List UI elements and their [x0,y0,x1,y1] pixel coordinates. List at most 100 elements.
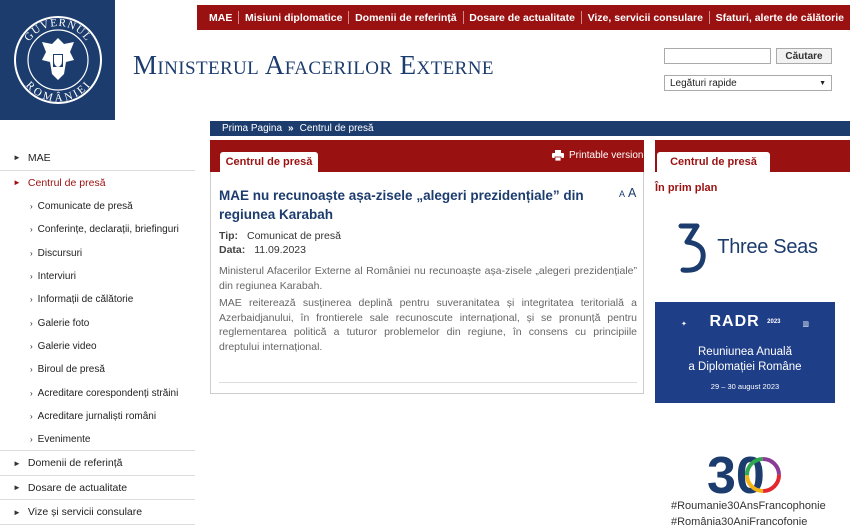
article-date: Data: 11.09.2023 [219,244,306,256]
sidebar-item[interactable]: ► Vize și servicii consulare [0,500,195,525]
sidebar-subitem[interactable]: › Evenimente [0,428,195,452]
sidebar-item-label: Vize și servicii consulare [27,506,143,519]
arrow-right-icon: ► [13,178,21,188]
top-nav-item[interactable]: MAE [203,12,238,24]
sidebar-subitem-label: Comunicate de presă [37,201,133,213]
quick-links-label: Legături rapide [670,77,737,89]
top-nav-item[interactable]: Dosare de actualitate [463,12,581,24]
arrow-right-icon: ► [13,483,21,493]
font-increase-button[interactable]: A [628,186,636,200]
quick-links-select[interactable]: Legături rapide ▼ [664,75,832,91]
sidebar-subitem-label: Informații de călătorie [37,294,134,306]
article-date-label: Data: [219,244,246,256]
printer-icon [552,150,564,161]
breadcrumb-current[interactable]: Centrul de presă [300,123,374,134]
chevron-right-icon: › [30,318,33,328]
article: MAE nu recunoaște așa-zisele „alegeri pr… [210,172,644,394]
coat-of-arms-icon: GUVERNUL ROMÂNIEI [13,16,102,104]
sidebar: ► MAE ► Centrul de presă › Comunicate de … [0,146,195,525]
arrow-right-icon: ► [13,458,21,468]
article-type-value: Comunicat de presă [246,230,341,242]
printable-version-label: Printable version [569,150,644,161]
sidebar-subitem-label: Acreditare corespondenți străini [37,387,179,399]
chevron-right-icon: › [30,434,33,444]
top-navigation: MAE Misiuni diplomatice Domenii de referin… [197,5,850,30]
top-nav-item[interactable]: Sfaturi, alerte de călătorie [710,12,850,24]
chevron-right-icon: › [30,248,33,258]
radr-logo: RADR 2023 [655,313,835,331]
three-seas-banner[interactable]: Three Seas [655,205,840,290]
sidebar-subitem-label: Galerie video [37,340,97,352]
arrow-right-icon: ► [13,153,21,163]
chevron-down-icon: ▼ [819,79,826,87]
breadcrumb-separator: » [288,123,294,134]
breadcrumb-home[interactable]: Prima Pagina [222,123,282,134]
francophonie-logo-text: 30 [707,447,765,501]
chevron-right-icon: › [30,272,33,282]
chevron-right-icon: › [30,411,33,421]
sidebar-subitem[interactable]: › Interviuri [0,265,195,288]
sidebar-subitem-label: Biroul de presă [37,364,105,376]
three-seas-logo-icon [678,223,706,273]
sidebar-subitem[interactable]: › Discursuri [0,242,195,265]
francophonie-30-logo: 30 [707,447,781,501]
sidebar-item-label: Centrul de presă [27,176,106,189]
article-divider [219,382,637,383]
article-date-value: 11.09.2023 [254,244,306,256]
top-nav-item[interactable]: Misiuni diplomatice [239,12,348,24]
chevron-right-icon: › [30,225,33,235]
tab-press-center[interactable]: Centrul de presă [220,152,318,172]
chevron-right-icon: › [30,388,33,398]
sidebar-subitem-label: Acreditare jurnaliști români [37,410,157,422]
chevron-right-icon: › [30,341,33,351]
sidebar-subitem-label: Galerie foto [37,317,90,329]
article-paragraph: MAE reiterează susținerea deplină pentru… [219,297,637,353]
francophonie-hashtag-ro: #România30AniFrancofonie [671,516,808,528]
top-nav-item[interactable]: Vize, servicii consulare [582,12,709,24]
government-logo[interactable]: GUVERNUL ROMÂNIEI [0,0,115,120]
sidebar-item-label: Domenii de referință [27,457,123,470]
font-decrease-button[interactable]: A [619,189,625,199]
printable-version-link[interactable]: Printable version [552,150,643,161]
sidebar-submenu: › Comunicate de presă › Conferințe, declara… [0,195,195,452]
sidebar-item[interactable]: ► Domenii de referință [0,451,195,476]
tab-right-press-center[interactable]: Centrul de presă [657,152,770,172]
sidebar-subitem[interactable]: › Acreditare corespondenți străini [0,381,195,404]
sidebar-subitem[interactable]: › Galerie video [0,335,195,358]
svg-text:ROMÂNIEI: ROMÂNIEI [23,79,93,104]
sidebar-bottom-items: ► Domenii de referință ► Dosare de actualit… [0,451,195,525]
sidebar-item-press-center[interactable]: ► Centrul de presă [0,171,195,196]
spotlight-heading: În prim plan [655,182,718,194]
sidebar-item-mae[interactable]: ► MAE [0,146,195,171]
radr-dates: 29 – 30 august 2023 [710,382,780,391]
chevron-right-icon: › [30,295,33,305]
sidebar-subitem[interactable]: › Informații de călătorie [0,288,195,311]
arrow-right-icon: ► [13,507,21,517]
chevron-right-icon: › [30,365,33,375]
search-button[interactable]: Căutare [776,48,832,64]
radr-banner[interactable]: ✦ ▥ RADR 2023 Reuniunea Anuală a Diploma… [655,302,835,403]
sidebar-subitem[interactable]: › Comunicate de presă [0,195,195,218]
sidebar-subitem[interactable]: › Biroul de presă [0,358,195,381]
sidebar-subitem[interactable]: › Acreditare jurnaliști români [0,405,195,428]
chevron-right-icon: › [30,202,33,212]
article-type: Tip: Comunicat de presă [219,230,341,242]
top-nav-item[interactable]: Domenii de referință [349,12,463,24]
site-title[interactable]: Ministerul Afacerilor Externe [133,50,494,81]
sidebar-subitem-label: Conferințe, declarații, briefinguri [37,224,179,236]
sidebar-subitem[interactable]: › Galerie foto [0,311,195,334]
sidebar-subitem-label: Discursuri [37,247,83,259]
breadcrumb: Prima Pagina » Centrul de presă [210,121,850,136]
article-paragraph: Ministerul Afacerilor Externe al Românie… [219,265,637,292]
search-input[interactable] [664,48,771,64]
article-type-label: Tip: [219,230,239,242]
radr-title-line1: Reuniunea Anuală [698,346,792,358]
sidebar-item[interactable]: ► Dosare de actualitate [0,476,195,501]
sidebar-item-label: Dosare de actualitate [27,481,128,494]
sidebar-subitem[interactable]: › Conferințe, declarații, briefinguri [0,218,195,241]
sidebar-subitem-label: Evenimente [37,433,91,445]
sidebar-item-label: MAE [27,151,51,164]
three-seas-label: Three Seas [717,236,818,258]
francophonie-banner[interactable]: 30 #Roumanie30AnsFrancophonie #România30… [655,438,850,530]
sidebar-subitem-label: Interviuri [37,271,77,283]
